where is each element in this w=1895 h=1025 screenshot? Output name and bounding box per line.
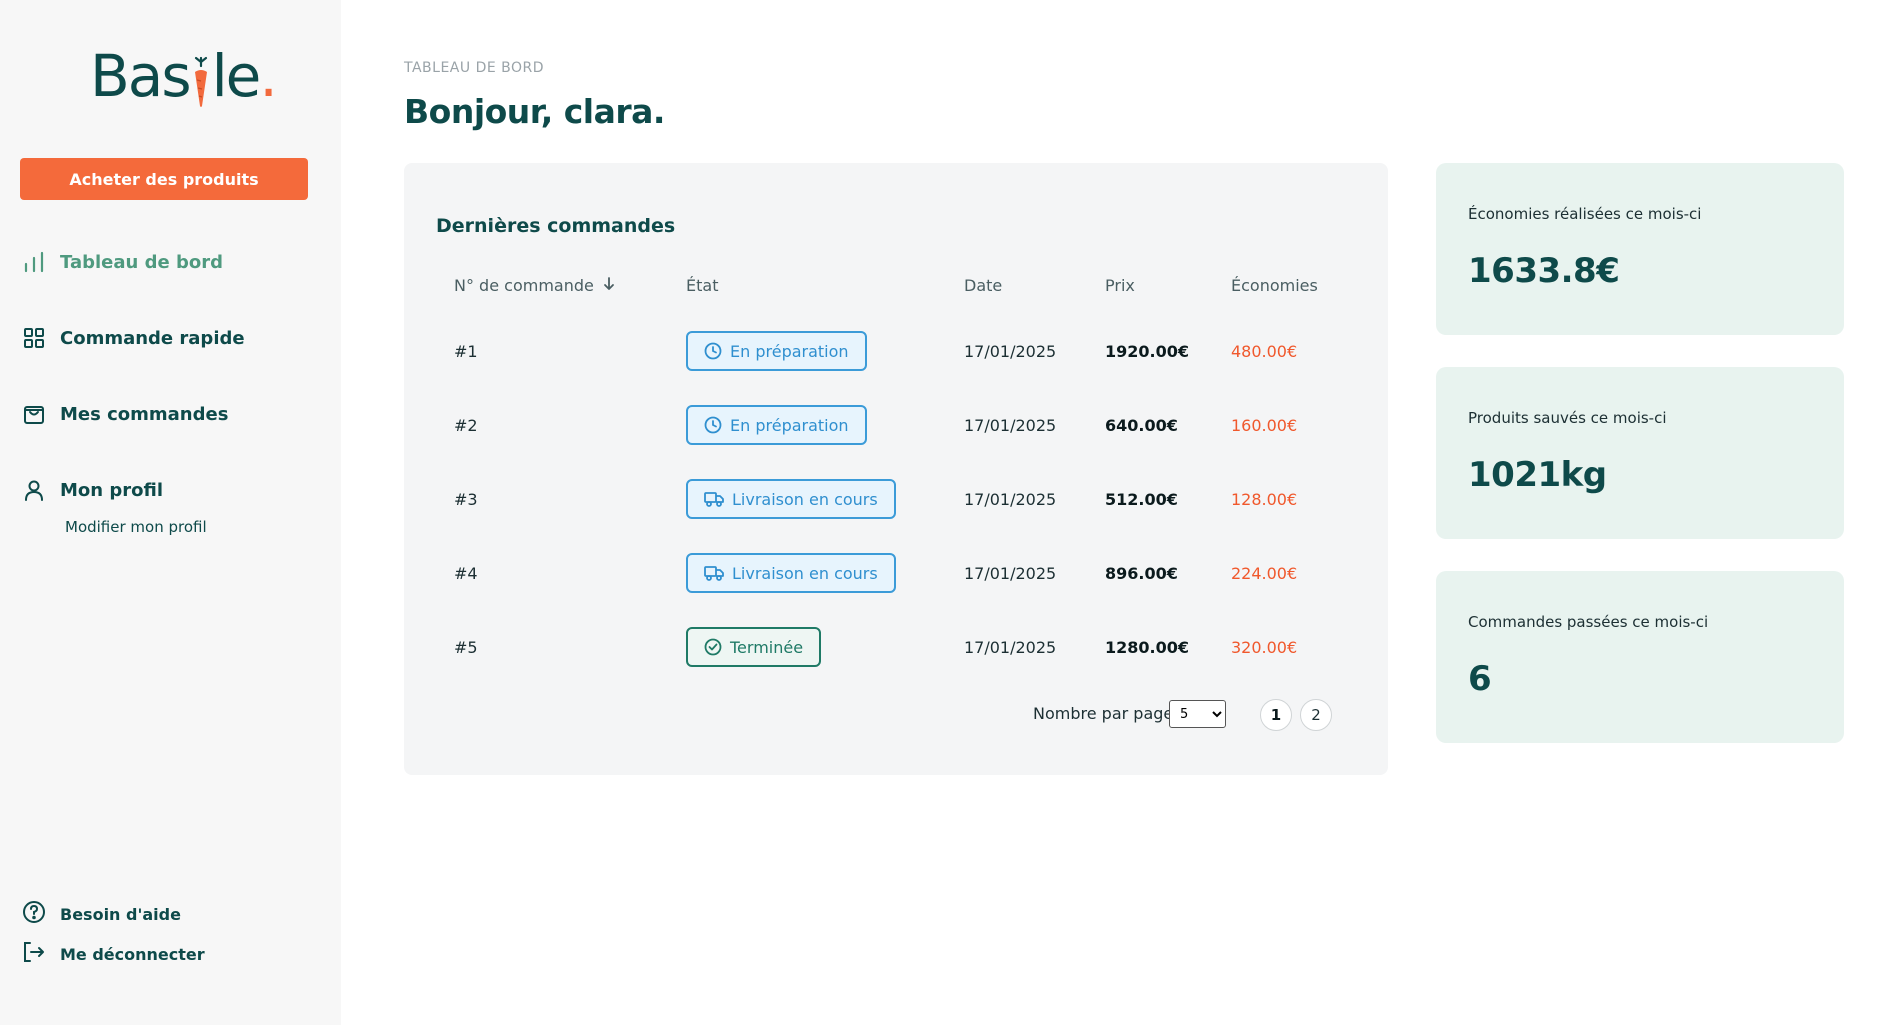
- order-date: 17/01/2025: [964, 563, 1057, 583]
- column-header-label: N° de commande: [454, 276, 594, 295]
- order-number: #4: [454, 563, 478, 583]
- check-circle-icon: [704, 638, 722, 656]
- recent-orders-card: Dernières commandes N° de commande État …: [404, 163, 1388, 775]
- order-price: 512.00€: [1105, 489, 1178, 509]
- sidebar-item-dashboard[interactable]: Tableau de bord: [22, 250, 223, 274]
- logout-label: Me déconnecter: [60, 944, 205, 964]
- status-label: Livraison en cours: [732, 563, 878, 583]
- status-label: Terminée: [730, 637, 804, 657]
- sidebar: Bas le . Acheter des produits Tableau de…: [0, 0, 341, 1025]
- order-price: 1920.00€: [1105, 341, 1190, 361]
- status-badge[interactable]: Terminée: [686, 627, 822, 667]
- table-row[interactable]: #3 Livraison en cours 17/01/2025 512.00€…: [404, 479, 1388, 519]
- page-button-1[interactable]: 1: [1260, 699, 1292, 731]
- edit-profile-link[interactable]: Modifier mon profil: [65, 518, 207, 536]
- basile-logo[interactable]: Bas le .: [90, 40, 278, 110]
- order-date: 17/01/2025: [964, 341, 1057, 361]
- sidebar-item-quick-order[interactable]: Commande rapide: [22, 326, 245, 350]
- order-number: #1: [454, 341, 478, 361]
- bar-chart-icon: [22, 250, 46, 274]
- logo-text-right: le: [211, 42, 262, 110]
- per-page-label: Nombre par page: [1033, 704, 1174, 723]
- column-header-number[interactable]: N° de commande: [454, 276, 616, 295]
- order-date: 17/01/2025: [964, 489, 1057, 509]
- order-savings: 128.00€: [1231, 489, 1298, 509]
- stat-value: 6: [1468, 659, 1492, 699]
- stat-card-savings: Économies réalisées ce mois-ci 1633.8€: [1436, 163, 1844, 335]
- order-savings: 224.00€: [1231, 563, 1298, 583]
- buy-products-button[interactable]: Acheter des produits: [20, 158, 308, 200]
- arrow-down-icon: [602, 276, 616, 295]
- sidebar-item-label: Commande rapide: [60, 327, 245, 349]
- carrot-icon: [192, 56, 210, 110]
- status-label: En préparation: [730, 415, 849, 435]
- truck-icon: [704, 566, 724, 581]
- status-label: Livraison en cours: [732, 489, 878, 509]
- order-number: #3: [454, 489, 478, 509]
- sidebar-item-label: Tableau de bord: [60, 251, 223, 273]
- stat-value: 1633.8€: [1468, 251, 1620, 291]
- stat-label: Commandes passées ce mois-ci: [1468, 613, 1709, 631]
- clock-icon: [704, 342, 722, 360]
- order-price: 896.00€: [1105, 563, 1178, 583]
- column-header-price: Prix: [1105, 276, 1135, 295]
- logo-dot: .: [259, 42, 277, 110]
- page-button-2[interactable]: 2: [1300, 699, 1332, 731]
- stat-label: Économies réalisées ce mois-ci: [1468, 205, 1702, 223]
- logo-text-left: Bas: [90, 42, 192, 110]
- recent-orders-title: Dernières commandes: [436, 215, 676, 237]
- status-badge[interactable]: Livraison en cours: [686, 553, 896, 593]
- status-badge[interactable]: En préparation: [686, 331, 867, 371]
- grid-icon: [22, 326, 46, 350]
- sidebar-item-my-orders[interactable]: Mes commandes: [22, 402, 228, 426]
- order-date: 17/01/2025: [964, 415, 1057, 435]
- help-circle-icon: [22, 900, 46, 928]
- order-date: 17/01/2025: [964, 637, 1057, 657]
- table-row[interactable]: #4 Livraison en cours 17/01/2025 896.00€…: [404, 553, 1388, 593]
- column-header-date: Date: [964, 276, 1003, 295]
- per-page-select[interactable]: 5: [1169, 700, 1226, 728]
- stat-card-orders-placed: Commandes passées ce mois-ci 6: [1436, 571, 1844, 743]
- order-savings: 320.00€: [1231, 637, 1298, 657]
- order-price: 1280.00€: [1105, 637, 1190, 657]
- sidebar-item-my-profile[interactable]: Mon profil: [22, 478, 163, 502]
- table-row[interactable]: #2 En préparation 17/01/2025 640.00€ 160…: [404, 405, 1388, 445]
- page-title: Bonjour, clara.: [404, 92, 665, 131]
- truck-icon: [704, 492, 724, 507]
- order-number: #5: [454, 637, 478, 657]
- help-label: Besoin d'aide: [60, 904, 181, 924]
- table-row[interactable]: #5 Terminée 17/01/2025 1280.00€ 320.00€: [404, 627, 1388, 667]
- sidebar-item-label: Mes commandes: [60, 403, 229, 425]
- status-badge[interactable]: Livraison en cours: [686, 479, 896, 519]
- stat-value: 1021kg: [1468, 455, 1607, 495]
- order-savings: 480.00€: [1231, 341, 1298, 361]
- shopping-bag-icon: [22, 402, 46, 426]
- status-label: En préparation: [730, 341, 849, 361]
- help-link[interactable]: Besoin d'aide: [22, 900, 181, 928]
- clock-icon: [704, 416, 722, 434]
- stat-card-products-saved: Produits sauvés ce mois-ci 1021kg: [1436, 367, 1844, 539]
- logout-link[interactable]: Me déconnecter: [22, 940, 205, 968]
- order-number: #2: [454, 415, 478, 435]
- order-price: 640.00€: [1105, 415, 1178, 435]
- column-header-status: État: [686, 276, 719, 295]
- logout-icon: [22, 940, 46, 968]
- status-badge[interactable]: En préparation: [686, 405, 867, 445]
- table-row[interactable]: #1 En préparation 17/01/2025 1920.00€ 48…: [404, 331, 1388, 371]
- column-header-savings: Économies: [1231, 276, 1318, 295]
- breadcrumb: TABLEAU DE BORD: [404, 60, 545, 76]
- stat-label: Produits sauvés ce mois-ci: [1468, 409, 1667, 427]
- user-icon: [22, 478, 46, 502]
- order-savings: 160.00€: [1231, 415, 1298, 435]
- sidebar-item-label: Mon profil: [60, 479, 163, 501]
